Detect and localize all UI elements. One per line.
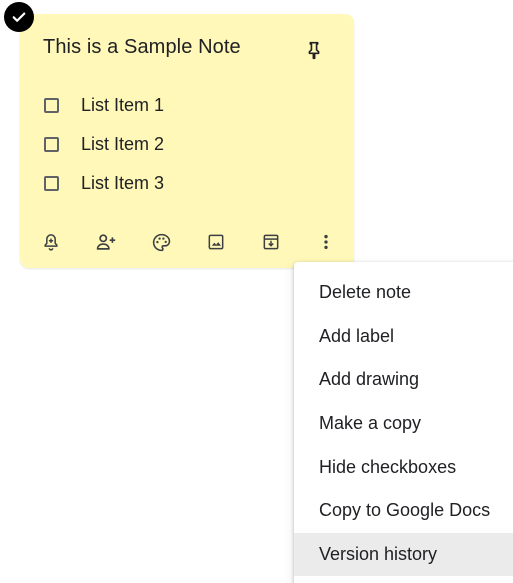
checkbox[interactable] xyxy=(44,176,59,191)
menu-item-make-a-copy[interactable]: Make a copy xyxy=(294,402,513,446)
menu-item-add-label[interactable]: Add label xyxy=(294,315,513,359)
checklist-item: List Item 1 xyxy=(44,86,164,125)
pin-button[interactable] xyxy=(296,32,332,68)
menu-item-copy-to-google-docs[interactable]: Copy to Google Docs xyxy=(294,489,513,533)
checkbox[interactable] xyxy=(44,137,59,152)
note-title[interactable]: This is a Sample Note xyxy=(43,36,241,59)
check-icon xyxy=(10,8,28,26)
checklist-item: List Item 2 xyxy=(44,125,164,164)
background-options-button[interactable] xyxy=(142,223,180,261)
note-toolbar xyxy=(32,222,345,262)
remind-me-button[interactable] xyxy=(32,223,70,261)
add-image-button[interactable] xyxy=(197,223,235,261)
checklist-item-label[interactable]: List Item 1 xyxy=(81,95,164,116)
checklist: List Item 1 List Item 2 List Item 3 xyxy=(44,86,164,203)
note-options-menu: Delete note Add label Add drawing Make a… xyxy=(294,262,513,583)
select-note-button[interactable] xyxy=(4,2,34,32)
collaborator-icon xyxy=(95,231,117,253)
menu-item-version-history[interactable]: Version history xyxy=(294,532,513,577)
menu-item-delete-note[interactable]: Delete note xyxy=(294,271,513,315)
reminder-bell-icon xyxy=(41,232,61,252)
checklist-item: List Item 3 xyxy=(44,164,164,203)
checkbox[interactable] xyxy=(44,98,59,113)
image-icon xyxy=(206,232,226,252)
keep-screen: This is a Sample Note List Item 1 List I… xyxy=(0,0,513,583)
collaborator-button[interactable] xyxy=(87,223,125,261)
menu-item-add-drawing[interactable]: Add drawing xyxy=(294,358,513,402)
archive-button[interactable] xyxy=(252,223,290,261)
note-card[interactable]: This is a Sample Note List Item 1 List I… xyxy=(20,14,354,268)
pin-icon xyxy=(303,39,325,61)
checklist-item-label[interactable]: List Item 3 xyxy=(81,173,164,194)
checklist-item-label[interactable]: List Item 2 xyxy=(81,134,164,155)
more-button[interactable] xyxy=(307,223,345,261)
palette-icon xyxy=(151,232,172,253)
archive-icon xyxy=(261,232,281,252)
more-vert-icon xyxy=(316,232,336,252)
menu-item-hide-checkboxes[interactable]: Hide checkboxes xyxy=(294,445,513,489)
